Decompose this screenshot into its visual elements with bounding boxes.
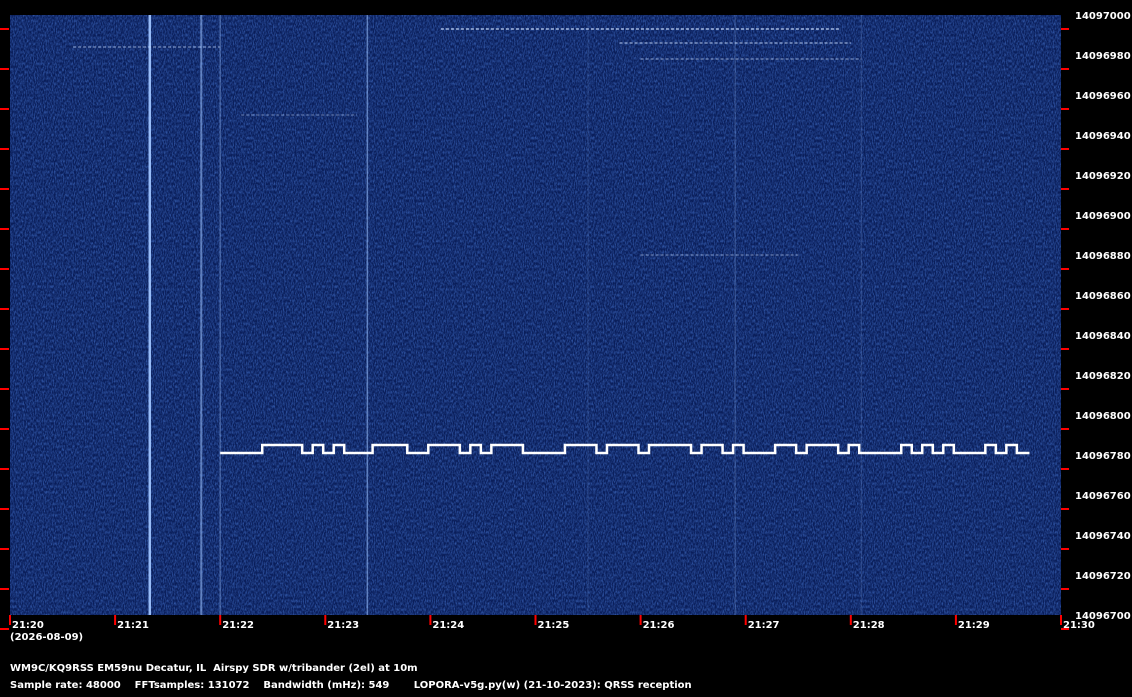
x-tick-label: 21:22 [222,620,254,631]
y-tick-label: 14096960 [1075,91,1131,102]
x-tick-label: 21:23 [327,620,359,631]
x-tick-label: 21:24 [432,620,464,631]
x-tick-label: 21:29 [958,620,990,631]
x-tick-label: 21:25 [538,620,570,631]
y-tick-label: 14096900 [1075,211,1131,222]
x-tick-label: 21:28 [853,620,885,631]
x-tick-label: 21:26 [643,620,675,631]
x-axis: 21:20 21:21 21:22 21:23 21:24 21:25 21:26 21:27… [9,615,1095,631]
y-tick-label: 14096920 [1075,171,1131,182]
y-tick-label: 14096780 [1075,451,1131,462]
date-label: (2026-08-09) [10,632,84,643]
x-tick-label: 21:30 [1063,620,1095,631]
x-tick-label: 21:20 [12,620,44,631]
y-tick-label: 14096860 [1075,291,1131,302]
y-tick-label: 14096840 [1075,331,1131,342]
y-tick-label: 14096980 [1075,51,1131,62]
y-tick-label: 14096940 [1075,131,1131,142]
y-tick-label: 14096760 [1075,491,1131,502]
spectrogram-noise [10,15,1061,615]
x-tick-label: 21:27 [748,620,780,631]
y-tick-label: 14096800 [1075,411,1131,422]
station-info: WM9C/KQ9RSS EM59nu Decatur, IL Airspy SD… [10,663,418,674]
spectrogram-display: 14097000 14096980 14096960 14096940 14096920… [0,0,1132,697]
parameters-info: Sample rate: 48000 FFTsamples: 131072 Ba… [10,680,692,691]
y-tick-label: 14096820 [1075,371,1131,382]
y-tick-label: 14096880 [1075,251,1131,262]
y-tick-label: 14096720 [1075,571,1131,582]
y-tick-label: 14097000 [1075,11,1131,22]
spectrogram-chart: 14097000 14096980 14096960 14096940 14096920… [0,11,1131,631]
y-tick-label: 14096740 [1075,531,1131,542]
x-tick-label: 21:21 [117,620,149,631]
